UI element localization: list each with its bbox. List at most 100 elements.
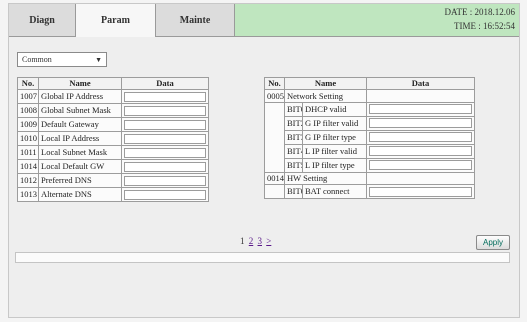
param-data-cell <box>121 103 209 119</box>
param-data-cell <box>366 129 475 145</box>
apply-button[interactable]: Apply <box>476 235 510 250</box>
table-row: BIT0BAT connect <box>264 184 475 200</box>
table-header-row: No. Name Data <box>264 76 475 91</box>
param-no: 1010 <box>17 131 39 147</box>
table-row: BIT5L IP filter type <box>265 157 475 173</box>
category-select-value: Common <box>22 55 52 64</box>
param-data-input[interactable] <box>124 189 206 200</box>
param-bit: BIT2 <box>284 115 303 131</box>
col-header-name: Name <box>284 76 367 91</box>
date-display: DATE : 2018.12.06 <box>444 7 516 17</box>
page-current: 1 <box>240 236 245 246</box>
param-name: Global Subnet Mask <box>38 103 122 119</box>
param-data-cell <box>366 157 475 173</box>
param-group-name: Network Setting <box>284 89 367 103</box>
param-no: 1014 <box>17 159 39 175</box>
table-row: 1012 Preferred DNS <box>17 173 209 189</box>
param-data-cell <box>366 143 475 159</box>
param-data-cell <box>366 89 475 103</box>
page-link-2[interactable]: 2 <box>249 236 254 246</box>
param-name: G IP filter valid <box>302 115 367 131</box>
param-data-cell <box>121 145 209 161</box>
chevron-down-icon: ▼ <box>95 55 102 64</box>
param-name: Default Gateway <box>38 117 122 133</box>
right-param-table: No. Name Data 0005Network SettingBIT0DHC… <box>264 76 475 200</box>
tab-mainte[interactable]: Mainte <box>156 4 235 37</box>
param-data-cell <box>366 101 475 117</box>
param-name: L IP filter type <box>302 157 367 173</box>
param-bit: BIT4 <box>284 143 303 159</box>
tab-diagn[interactable]: Diagn <box>9 4 76 37</box>
param-data-input[interactable] <box>369 104 472 115</box>
table-row: 1008 Global Subnet Mask <box>17 103 209 119</box>
table-row: BIT4L IP filter valid <box>265 143 475 159</box>
table-row: BIT2G IP filter valid <box>265 115 475 131</box>
param-data-cell <box>121 117 209 133</box>
table-row: 0014 HW Setting <box>264 171 475 186</box>
param-data-cell <box>121 131 209 147</box>
param-name: BAT connect <box>302 184 367 200</box>
param-data-input[interactable] <box>124 119 206 130</box>
table-row: 1009 Default Gateway <box>17 117 209 133</box>
category-select[interactable]: Common ▼ <box>17 52 107 67</box>
param-name: Preferred DNS <box>38 173 122 189</box>
table-row: BIT3G IP filter type <box>265 129 475 145</box>
param-data-input[interactable] <box>124 91 206 102</box>
param-bit: BIT5 <box>284 157 303 173</box>
page-link-3[interactable]: 3 <box>258 236 263 246</box>
param-no: 1009 <box>17 117 39 133</box>
param-no: 1013 <box>17 187 39 203</box>
param-data-input[interactable] <box>369 160 472 171</box>
time-display: TIME : 16:52:54 <box>454 21 515 31</box>
left-param-table: No. Name Data 1007 Global IP Address 1008 G… <box>17 76 209 203</box>
status-bar <box>15 252 510 263</box>
param-name: Local IP Address <box>38 131 122 147</box>
param-data-cell <box>121 187 209 203</box>
col-header-name: Name <box>38 76 122 91</box>
param-no-blank <box>264 184 285 200</box>
col-header-no: No. <box>264 76 285 91</box>
param-data-cell <box>366 171 475 186</box>
table-row: 1011 Local Subnet Mask <box>17 145 209 161</box>
table-row: 1013 Alternate DNS <box>17 187 209 203</box>
header-status-bar: DATE : 2018.12.06 TIME : 16:52:54 <box>235 4 519 37</box>
param-data-input[interactable] <box>124 175 206 186</box>
param-name: L IP filter valid <box>302 143 367 159</box>
tab-param[interactable]: Param <box>76 4 156 37</box>
param-no: 0014 <box>264 171 285 186</box>
param-no: 1008 <box>17 103 39 119</box>
param-data-input[interactable] <box>369 132 472 143</box>
param-data-cell <box>366 184 475 200</box>
param-data-input[interactable] <box>124 161 206 172</box>
param-name: Local Subnet Mask <box>38 145 122 161</box>
col-header-no: No. <box>17 76 39 91</box>
param-name: Local Default GW <box>38 159 122 175</box>
param-data-input[interactable] <box>124 133 206 144</box>
param-data-input[interactable] <box>124 105 206 116</box>
param-data-input[interactable] <box>369 186 472 197</box>
table-row: 1010 Local IP Address <box>17 131 209 147</box>
table-row: 1014 Local Default GW <box>17 159 209 175</box>
param-no: 1007 <box>17 89 39 105</box>
page-next-link[interactable]: > <box>266 236 271 246</box>
param-data-cell <box>121 173 209 189</box>
param-data-cell <box>121 159 209 175</box>
param-data-input[interactable] <box>369 146 472 157</box>
table-header-row: No. Name Data <box>17 76 209 91</box>
param-no-blank <box>264 101 285 173</box>
param-name: Global IP Address <box>38 89 122 105</box>
param-group-name: HW Setting <box>284 171 367 186</box>
param-name: DHCP valid <box>302 101 367 117</box>
param-bit: BIT0 <box>284 184 303 200</box>
pagination: 1 2 3 > <box>240 236 273 246</box>
table-row: 0005 Network Setting <box>264 89 475 103</box>
param-data-cell <box>121 89 209 105</box>
table-row: BIT0DHCP valid <box>264 101 475 173</box>
param-no: 0005 <box>264 89 285 103</box>
param-data-input[interactable] <box>124 147 206 158</box>
param-data-input[interactable] <box>369 118 472 129</box>
param-name: Alternate DNS <box>38 187 122 203</box>
param-bit: BIT3 <box>284 129 303 145</box>
col-header-data: Data <box>121 76 209 91</box>
param-bit: BIT0 <box>284 101 303 117</box>
